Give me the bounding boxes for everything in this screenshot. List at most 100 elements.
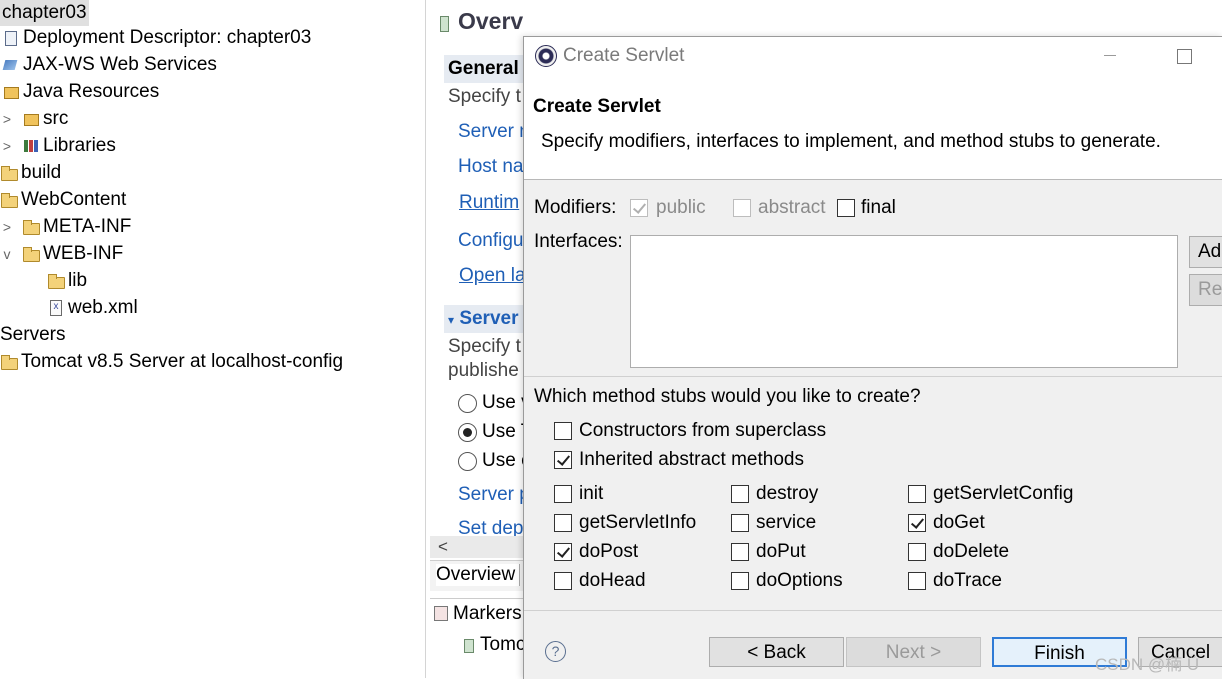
section-title: General [448, 58, 519, 79]
general-section-header[interactable]: General [444, 55, 524, 83]
getservletinfo-checkbox[interactable] [554, 514, 572, 532]
dopost-checkbox[interactable] [554, 543, 572, 561]
getservletinfo-label: getServletInfo [579, 512, 697, 533]
tree-item-java-resources[interactable]: Java Resources [2, 79, 159, 105]
destroy-checkbox[interactable] [731, 485, 749, 503]
public-checkbox[interactable] [630, 199, 648, 217]
destroy-label: destroy [756, 483, 819, 504]
remove-interface-button[interactable]: Remove [1189, 274, 1222, 306]
tab-markers[interactable]: Markers [453, 603, 522, 625]
dohead-checkbox[interactable] [554, 572, 572, 590]
minimize-icon[interactable] [1104, 55, 1116, 56]
interfaces-list[interactable] [630, 235, 1178, 368]
tree-item-deployment-descriptor[interactable]: Deployment Descriptor: chapter03 [2, 25, 311, 51]
back-button[interactable]: < Back [709, 637, 844, 667]
host-name-label: Host na [458, 156, 524, 177]
maximize-icon[interactable] [1177, 49, 1192, 64]
dotrace-checkbox[interactable] [908, 572, 926, 590]
tree-item-chapter03[interactable]: chapter03 [0, 0, 89, 26]
help-icon[interactable]: ? [545, 641, 566, 662]
open-launch-config-link[interactable]: Open la [459, 265, 524, 287]
tree-item-src[interactable]: > src [0, 106, 68, 132]
wizard-title: Create Servlet [533, 96, 661, 117]
getservletconfig-label: getServletConfig [933, 483, 1074, 504]
markers-row[interactable]: Tomc [480, 634, 524, 656]
tree-item-label: JAX-WS Web Services [23, 54, 217, 75]
use-custom-radio[interactable] [458, 452, 477, 471]
tree-item-build[interactable]: build [0, 160, 61, 186]
tree-item-lib[interactable]: lib [47, 268, 87, 294]
radio-label: Use T [482, 421, 524, 442]
source-folder-icon [22, 111, 40, 127]
java-resources-icon [2, 84, 20, 100]
xml-file-icon [47, 300, 65, 316]
chevron-right-icon[interactable]: > [0, 106, 14, 132]
dooptions-checkbox[interactable] [731, 572, 749, 590]
runtime-environment-link[interactable]: Runtim [459, 192, 519, 214]
server-locations-section-header[interactable]: ▾ Server [444, 305, 524, 333]
method-stubs-question: Which method stubs would you like to cre… [534, 386, 921, 407]
folder-icon [47, 273, 65, 289]
tree-item-jaxws[interactable]: JAX-WS Web Services [2, 52, 217, 78]
service-checkbox[interactable] [731, 514, 749, 532]
section-title: Server [459, 308, 519, 329]
radio-label: Use v [482, 392, 524, 413]
tree-item-webcontent[interactable]: WebContent [0, 187, 126, 213]
constructors-label: Constructors from superclass [579, 420, 827, 441]
public-label: public [656, 197, 706, 218]
tree-item-web-inf[interactable]: v WEB-INF [0, 241, 124, 267]
deployment-descriptor-icon [2, 30, 20, 46]
chevron-down-icon[interactable]: v [0, 241, 14, 267]
tree-item-web-xml[interactable]: web.xml [47, 295, 138, 321]
editor-tab-bar: Overview [430, 560, 524, 591]
folder-icon [0, 192, 18, 208]
libraries-icon [22, 138, 40, 154]
scroll-left-icon[interactable]: < [438, 536, 448, 558]
inherited-abstract-checkbox[interactable] [554, 451, 572, 469]
use-tomcat-radio[interactable] [458, 423, 477, 442]
horizontal-scrollbar[interactable]: < [430, 536, 524, 558]
server-icon [440, 16, 449, 32]
inherited-abstract-label: Inherited abstract methods [579, 449, 804, 470]
server-icon [464, 639, 474, 653]
dialog-titlebar[interactable]: Create Servlet [524, 37, 1222, 75]
doget-checkbox[interactable] [908, 514, 926, 532]
tree-item-label: build [21, 162, 62, 183]
next-button[interactable]: Next > [846, 637, 981, 667]
separator [524, 610, 1222, 611]
dopost-label: doPost [579, 541, 639, 562]
tab-overview[interactable]: Overview [436, 564, 521, 586]
use-workspace-radio[interactable] [458, 394, 477, 413]
constructors-checkbox[interactable] [554, 422, 572, 440]
wizard-header: Create Servlet Specify modifiers, interf… [524, 75, 1222, 180]
tree-item-libraries[interactable]: > Libraries [0, 133, 116, 159]
page-title: Overview [458, 8, 524, 34]
general-description: Specify t [448, 86, 521, 107]
dohead-label: doHead [579, 570, 646, 591]
folder-icon [22, 246, 40, 262]
getservletconfig-checkbox[interactable] [908, 485, 926, 503]
service-label: service [756, 512, 817, 533]
folder-icon [22, 219, 40, 235]
chevron-right-icon[interactable]: > [0, 133, 14, 159]
markers-icon [434, 606, 448, 621]
tree-item-meta-inf[interactable]: > META-INF [0, 214, 131, 240]
add-interface-button[interactable]: Add... [1189, 236, 1222, 268]
chevron-down-icon: ▾ [448, 313, 455, 327]
doget-label: doGet [933, 512, 985, 533]
doput-checkbox[interactable] [731, 543, 749, 561]
final-checkbox[interactable] [837, 199, 855, 217]
init-checkbox[interactable] [554, 485, 572, 503]
chevron-right-icon[interactable]: > [0, 214, 14, 240]
tree-item-label: WebContent [21, 189, 127, 210]
abstract-checkbox[interactable] [733, 199, 751, 217]
tree-item-tomcat-config[interactable]: Tomcat v8.5 Server at localhost-config [0, 349, 343, 375]
server-name-label: Server n [458, 121, 524, 142]
dodelete-checkbox[interactable] [908, 543, 926, 561]
project-explorer-tree: chapter03 Deployment Descriptor: chapter… [0, 0, 426, 678]
folder-icon [0, 354, 18, 370]
tree-item-servers[interactable]: Servers [0, 322, 65, 348]
wizard-description: Specify modifiers, interfaces to impleme… [541, 131, 1161, 152]
configuration-path-label: Configu [458, 230, 524, 251]
tree-item-label: chapter03 [0, 0, 89, 26]
